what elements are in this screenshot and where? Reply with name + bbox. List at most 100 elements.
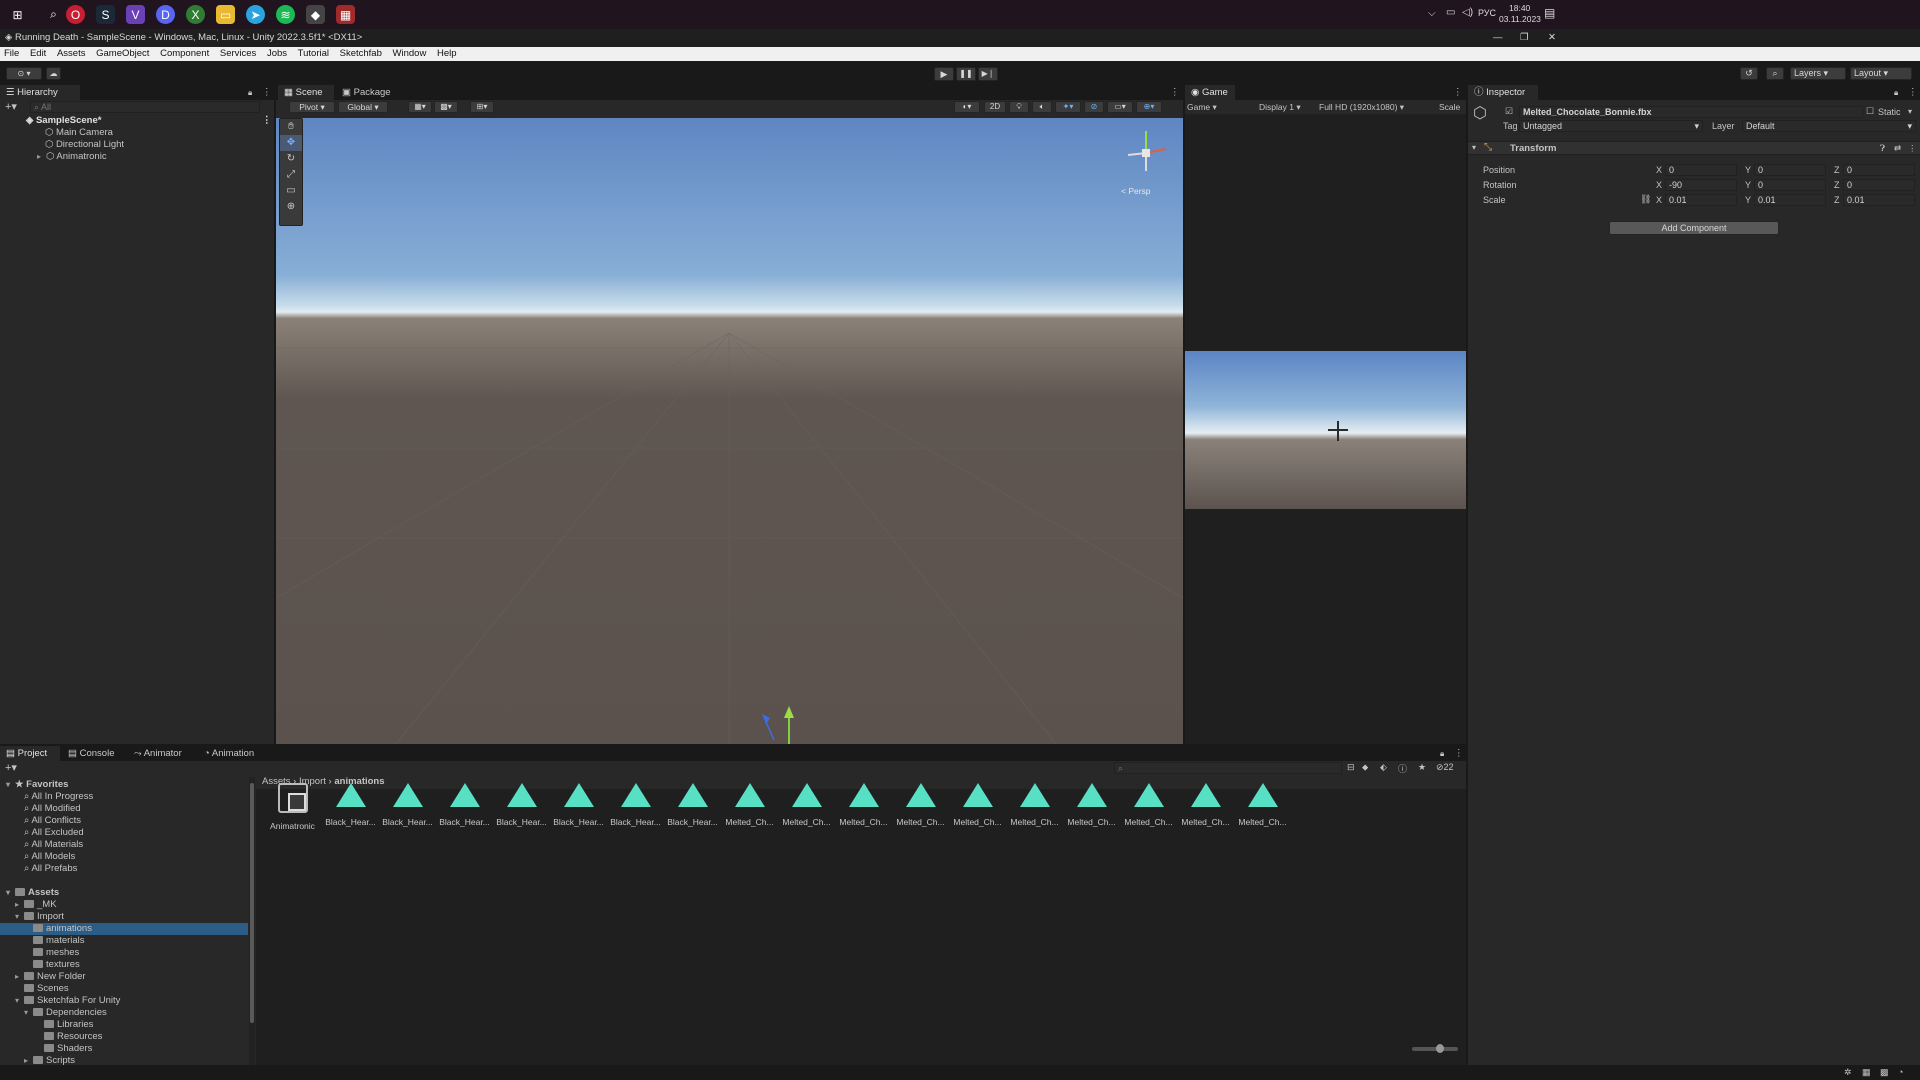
global-toggle[interactable]: Global ▾ [338,101,388,113]
expand-icon[interactable]: ▸ [15,971,24,983]
search-by-type-icon[interactable]: ⊟ [1347,762,1355,773]
folder-dependencies[interactable]: ▾ Dependencies [0,1007,107,1019]
collapse-icon[interactable]: ▾ [6,779,15,791]
rect-tool-icon[interactable]: ▭ [280,183,302,199]
menu-services[interactable]: Services [220,48,256,59]
menu-sketchfab[interactable]: Sketchfab [340,48,382,59]
presets-icon[interactable]: ⇄ [1894,143,1901,154]
tree-scrollbar[interactable] [249,777,255,1065]
close-icon[interactable]: ✕ [1548,29,1556,47]
clock-time[interactable]: 18:40 [1509,3,1530,13]
collapse-icon[interactable]: ▾ [24,1007,33,1019]
asset-animation-clip[interactable]: Melted_Ch... [1121,777,1176,827]
steam-icon[interactable]: S [96,5,115,24]
menu-jobs[interactable]: Jobs [267,48,287,59]
asset-animation-clip[interactable]: Melted_Ch... [1235,777,1290,827]
lock-icon[interactable]: 🔒︎ [1440,746,1444,761]
transform-header[interactable]: ▾ ⤡ Transform ❓︎ ⇄ ⋮ [1468,141,1920,155]
more-icon[interactable]: ⋮ [262,85,272,100]
scale-y-field[interactable]: 0.01 [1754,194,1826,206]
slider-handle[interactable] [1436,1044,1444,1053]
add-icon[interactable]: +▾ [5,100,17,113]
favorite-all-models[interactable]: ⌕ All Models [0,851,75,863]
audio-icon[interactable]: 🔈︎ [1032,101,1052,113]
tab-animation[interactable]: ◔ Animation [198,746,268,761]
favorite-all-excluded[interactable]: ⌕ All Excluded [0,827,84,839]
asset-animation-clip[interactable]: Black_Hear... [494,777,549,827]
scene-viewport[interactable]: ✋︎ ✥ ↻ ⤢ ▭ ⊕ < Persp [276,118,1183,744]
hierarchy-item-main-camera[interactable]: ⬡ Main Camera [0,127,113,139]
scale-tool-icon[interactable]: ⤢ [280,167,302,183]
tray-chevron-icon[interactable]: ⌵ [1428,8,1436,19]
tab-inspector[interactable]: ⓘ Inspector [1468,85,1538,100]
rotation-x-field[interactable]: -90 [1665,179,1737,191]
favorite-all-prefabs[interactable]: ⌕ All Prefabs [0,863,77,875]
expand-icon[interactable]: ▸ [37,151,46,163]
folder-meshes[interactable]: meshes [0,947,79,959]
create-icon[interactable]: +▾ [5,761,17,774]
folder-textures[interactable]: textures [0,959,80,971]
expand-icon[interactable]: ▸ [24,1055,33,1065]
expand-icon[interactable]: ▸ [15,899,24,911]
opera-icon[interactable]: O [66,5,85,24]
perspective-label[interactable]: < Persp [1121,186,1151,196]
tab-console[interactable]: ▤ Console [62,746,126,761]
favorite-star-icon[interactable]: ★ [1418,762,1426,773]
hidden-packages-icon[interactable]: ⊘22 [1436,762,1454,773]
cache-icon[interactable]: ▦ [1862,1067,1871,1078]
assets-header[interactable]: ▾ Assets [0,887,59,899]
static-dropdown-icon[interactable]: ▾ [1908,107,1912,116]
add-component-button[interactable]: Add Component [1609,221,1779,235]
asset-animatronic[interactable]: Animatronic [265,777,320,831]
notifications-icon[interactable]: ▤ [1544,6,1555,20]
info-icon[interactable]: ⓘ [1398,762,1407,775]
tab-scene[interactable]: ▦ Scene [278,85,334,100]
folder-resources[interactable]: Resources [0,1031,102,1043]
maximize-icon[interactable]: ❐ [1520,29,1529,47]
game-view-dropdown[interactable]: Game ▾ [1187,100,1217,114]
position-x-field[interactable]: 0 [1665,164,1737,176]
favorite-all-modified[interactable]: ⌕ All Modified [0,803,81,815]
history-icon[interactable]: ↺ [1740,67,1758,80]
object-name-field[interactable]: Melted_Chocolate_Bonnie.fbx [1519,106,1863,118]
discord-icon[interactable]: D [156,5,175,24]
asset-animation-clip[interactable]: Melted_Ch... [1007,777,1062,827]
scale-x-field[interactable]: 0.01 [1665,194,1737,206]
move-tool-icon[interactable]: ✥ [280,135,302,151]
game-viewport[interactable] [1185,351,1466,509]
lighting-icon[interactable]: 💡︎ [1009,101,1029,113]
asset-animation-clip[interactable]: Melted_Ch... [1178,777,1233,827]
hidden-objects-icon[interactable]: ⊘ [1084,101,1104,113]
menu-gameobject[interactable]: GameObject [96,48,149,59]
more-icon[interactable]: ⋮ [1454,746,1464,761]
position-y-field[interactable]: 0 [1754,164,1826,176]
asset-animation-clip[interactable]: Melted_Ch... [893,777,948,827]
asset-animation-clip[interactable]: Black_Hear... [551,777,606,827]
asset-animation-clip[interactable]: Black_Hear... [437,777,492,827]
menu-tutorial[interactable]: Tutorial [298,48,329,59]
folder-import[interactable]: ▾ Import [0,911,64,923]
hierarchy-item-directional-light[interactable]: ⬡ Directional Light [0,139,124,151]
layers-dropdown[interactable]: Layers ▾ [1790,67,1846,80]
icon-size-slider[interactable] [1412,1044,1458,1053]
asset-animation-clip[interactable]: Black_Hear... [608,777,663,827]
menu-component[interactable]: Component [160,48,209,59]
favorites-header[interactable]: ▾ ★ Favorites [0,779,68,791]
tray-volume-icon[interactable]: ◁) [1462,7,1473,18]
transform-tool-icon[interactable]: ⊕ [280,199,302,215]
position-z-field[interactable]: 0 [1843,164,1915,176]
pause-button[interactable]: ❚❚ [956,67,976,81]
asset-animation-clip[interactable]: Melted_Ch... [1064,777,1119,827]
favorite-all-materials[interactable]: ⌕ All Materials [0,839,83,851]
component-more-icon[interactable]: ⋮ [1908,143,1917,154]
asset-animation-clip[interactable]: Black_Hear... [323,777,378,827]
bug-icon[interactable]: ✲ [1844,1067,1852,1078]
more-icon[interactable]: ⋮ [1908,85,1918,100]
account-button[interactable]: ⊙ ▾ [6,67,42,80]
asset-animation-clip[interactable]: Melted_Ch... [779,777,834,827]
collapse-icon[interactable]: ▾ [1472,143,1476,152]
play-button[interactable]: ▶ [934,67,954,81]
folder-shaders[interactable]: Shaders [0,1043,92,1055]
menu-assets[interactable]: Assets [57,48,86,59]
lock-icon[interactable]: 🔒︎ [1894,85,1898,100]
